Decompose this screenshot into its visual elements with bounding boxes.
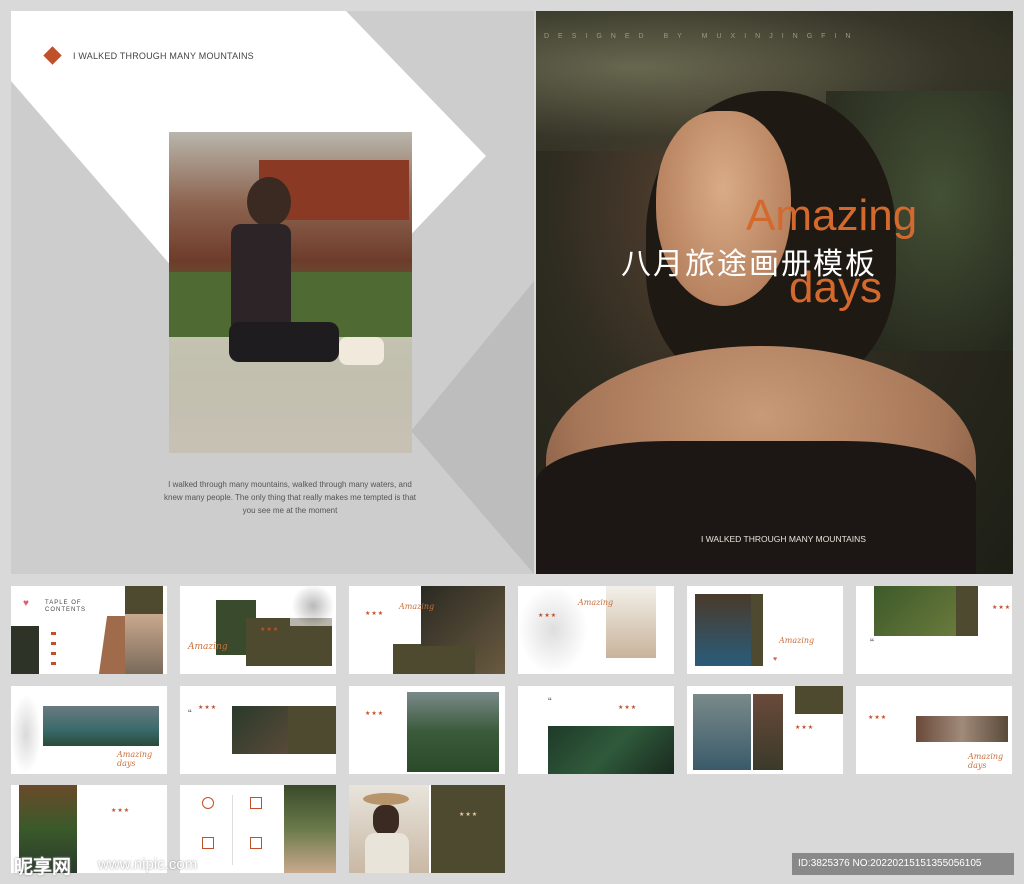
thumb-page-3[interactable]: ★★★ Amazing: [349, 586, 505, 674]
script-amazing-days: Amazing days: [968, 752, 1004, 770]
heart-icon: ♥: [23, 598, 29, 609]
watermark-id: ID:3825376 NO:20220215151355056105: [798, 858, 982, 869]
stars: ★★★: [459, 812, 479, 818]
stars: ★★★: [868, 715, 888, 721]
quote-mark: “: [188, 708, 192, 720]
thumb-page-4[interactable]: ★★★ Amazing: [518, 586, 674, 674]
script-amazing-days: Amazing days: [117, 750, 153, 768]
quote-mark: “: [870, 636, 874, 650]
right-footer-text: I WALKED THROUGH MANY MOUNTAINS: [701, 534, 866, 544]
stars: ★★★: [618, 705, 638, 711]
left-header-text: I WALKED THROUGH MANY MOUNTAINS: [73, 51, 254, 61]
heart-icon: ♥: [773, 656, 778, 663]
thumb-page-9[interactable]: ★★★: [349, 686, 505, 774]
thumb-page-11[interactable]: ★★★: [687, 686, 843, 774]
quote-mark: “: [548, 696, 552, 708]
thumb-page-10[interactable]: ★★★ “: [518, 686, 674, 774]
thumb-page-7[interactable]: Amazing days: [11, 686, 167, 774]
title-amazing: Amazing: [746, 191, 918, 240]
stars: ★★★: [538, 613, 558, 619]
stars: ★★★: [365, 611, 385, 617]
left-page: I WALKED THROUGH MANY MOUNTAINS I walked…: [11, 11, 534, 574]
designed-by-text: DESIGNED BY MUXINJINGFIN: [544, 33, 860, 40]
thumb-page-15[interactable]: ★★★: [349, 785, 505, 873]
stars: ★★★: [795, 725, 815, 731]
toc-subtitle: CONTENTS: [45, 607, 86, 613]
script-amazing: Amazing: [779, 636, 815, 645]
stars: ★★★: [260, 627, 280, 633]
watermark-url: www.nipic.com: [98, 856, 198, 873]
script-amazing: Amazing: [399, 602, 435, 611]
thumb-page-6[interactable]: ★★★ “: [856, 586, 1012, 674]
toc-title: TAPLE OF: [45, 600, 82, 606]
stars: ★★★: [111, 808, 131, 814]
thumb-table-of-contents[interactable]: ♥ TAPLE OF CONTENTS: [11, 586, 167, 674]
script-amazing: Amazing: [188, 642, 228, 652]
black-dress-shape: [536, 441, 976, 574]
stars: ★★★: [365, 711, 385, 717]
thumb-page-2[interactable]: ★★★ Amazing: [180, 586, 336, 674]
stars: ★★★: [198, 705, 218, 711]
thumb-page-5[interactable]: Amazing ♥: [687, 586, 843, 674]
woman-on-scooter-photo: [169, 132, 412, 453]
caption-text: I walked through many mountains, walked …: [164, 480, 416, 515]
thumb-page-14[interactable]: [180, 785, 336, 873]
thumb-page-8[interactable]: ★★★ “: [180, 686, 336, 774]
watermark-logo: 昵享网: [14, 857, 72, 878]
right-page-cover: DESIGNED BY MUXINJINGFIN Amazing 八月旅途画册模…: [536, 11, 1013, 574]
stars: ★★★: [992, 605, 1012, 611]
thumb-page-12[interactable]: ★★★ Amazing days: [856, 686, 1012, 774]
title-days: days: [789, 263, 882, 312]
script-amazing: Amazing: [578, 598, 614, 607]
